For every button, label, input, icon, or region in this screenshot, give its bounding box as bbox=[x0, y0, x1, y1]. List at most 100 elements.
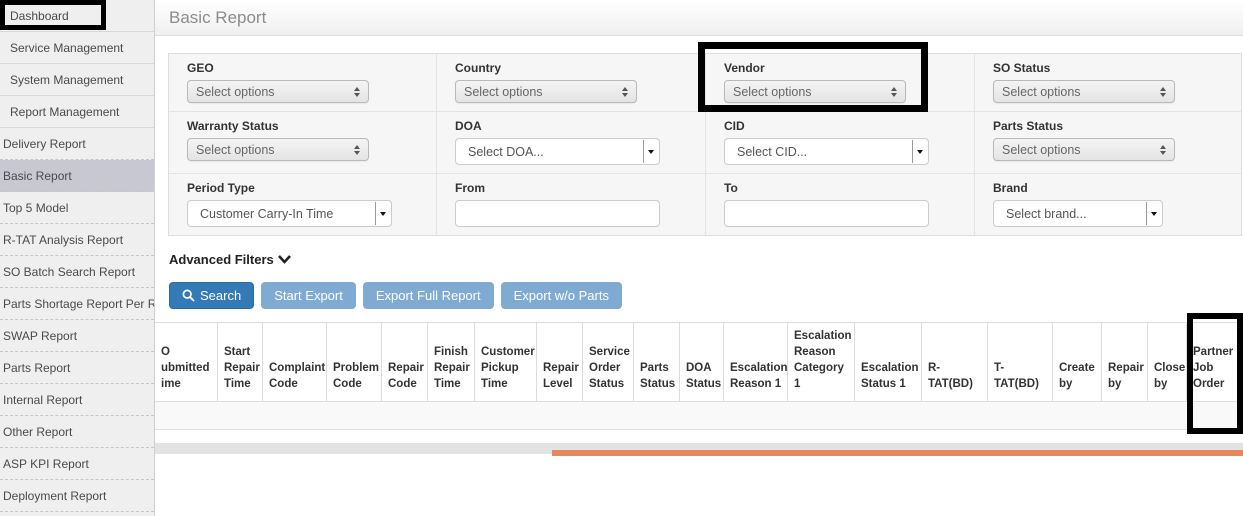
filter-from: From bbox=[437, 174, 706, 235]
warranty-status-select-value: Select options bbox=[196, 143, 275, 157]
parts-status-select-value: Select options bbox=[1002, 143, 1081, 157]
doa-select-value: Select DOA... bbox=[468, 145, 544, 159]
horizontal-scrollbar[interactable] bbox=[155, 443, 1243, 454]
sidebar-item-asp-kpi-report[interactable]: ASP KPI Report bbox=[0, 448, 154, 480]
column-header-repair-level[interactable]: Repair Level bbox=[537, 323, 583, 401]
export-wo-parts-button[interactable]: Export w/o Parts bbox=[501, 282, 622, 309]
page-title: Basic Report bbox=[155, 0, 1243, 36]
dropdown-arrow-icon bbox=[1146, 202, 1161, 225]
country-select[interactable]: Select options bbox=[455, 80, 637, 103]
sidebar-item-dashboard[interactable]: Dashboard bbox=[0, 0, 154, 32]
column-header-escalation-status-1[interactable]: Escalation Status 1 bbox=[855, 323, 922, 401]
column-header-doa-status[interactable]: DOA Status bbox=[680, 323, 724, 401]
dropdown-arrow-icon bbox=[912, 140, 927, 163]
vendor-label: Vendor bbox=[724, 61, 956, 75]
sidebar-item-report-management[interactable]: Report Management bbox=[0, 96, 154, 128]
parts-status-select[interactable]: Select options bbox=[993, 138, 1175, 161]
advanced-filters-label: Advanced Filters bbox=[169, 252, 274, 267]
search-button-label: Search bbox=[200, 288, 241, 303]
brand-select[interactable]: Select brand... bbox=[993, 200, 1163, 227]
sidebar-item-system-management[interactable]: System Management bbox=[0, 64, 154, 96]
cid-label: CID bbox=[724, 119, 956, 133]
column-header-parts-status[interactable]: Parts Status bbox=[634, 323, 680, 401]
start-export-button[interactable]: Start Export bbox=[261, 282, 356, 309]
sidebar-item-swap-report[interactable]: SWAP Report bbox=[0, 320, 154, 352]
filter-so-status: SO Status Select options bbox=[975, 54, 1241, 112]
sidebar-item-r-tat-analysis-report[interactable]: R-TAT Analysis Report bbox=[0, 224, 154, 256]
column-header-partner-job-order[interactable]: Partner Job Order bbox=[1187, 323, 1243, 401]
updown-arrows-icon bbox=[1160, 145, 1166, 155]
sidebar-item-so-batch-search-report[interactable]: SO Batch Search Report bbox=[0, 256, 154, 288]
dropdown-arrow-icon bbox=[643, 140, 658, 163]
vendor-select[interactable]: Select options bbox=[724, 80, 906, 103]
cid-select-value: Select CID... bbox=[737, 145, 807, 159]
parts-status-label: Parts Status bbox=[993, 119, 1223, 133]
sidebar-item-parts-shortage-report[interactable]: Parts Shortage Report Per Repa bbox=[0, 288, 154, 320]
column-header-so-submitted-time[interactable]: O ubmitted ime bbox=[155, 323, 218, 401]
column-header-service-order-status[interactable]: Service Order Status bbox=[583, 323, 634, 401]
to-input[interactable] bbox=[724, 200, 929, 227]
filter-cid: CID Select CID... bbox=[706, 112, 975, 174]
export-full-report-button[interactable]: Export Full Report bbox=[363, 282, 494, 309]
column-header-escalation-reason-1[interactable]: Escalation Reason 1 bbox=[724, 323, 788, 401]
sidebar-item-parts-report[interactable]: Parts Report bbox=[0, 352, 154, 384]
toolbar: Search Start Export Export Full Report E… bbox=[169, 282, 1243, 309]
updown-arrows-icon bbox=[1160, 87, 1166, 97]
column-header-escalation-reason-category-1[interactable]: Escalation Reason Category 1 bbox=[788, 323, 855, 401]
from-input[interactable] bbox=[455, 200, 660, 227]
table-empty-row bbox=[155, 402, 1243, 430]
filter-panel: GEO Select options Country Select option… bbox=[168, 53, 1242, 236]
filter-vendor: Vendor Select options bbox=[706, 54, 975, 112]
sidebar-item-internal-report[interactable]: Internal Report bbox=[0, 384, 154, 416]
sidebar-item-deployment-report[interactable]: Deployment Report bbox=[0, 480, 154, 512]
geo-label: GEO bbox=[187, 61, 418, 75]
filter-to: To bbox=[706, 174, 975, 235]
column-header-finish-repair-time[interactable]: Finish Repair Time bbox=[428, 323, 475, 401]
sidebar-item-delivery-report[interactable]: Delivery Report bbox=[0, 128, 154, 160]
sidebar-item-service-management[interactable]: Service Management bbox=[0, 32, 154, 64]
so-status-select-value: Select options bbox=[1002, 85, 1081, 99]
column-header-problem-code[interactable]: Problem Code bbox=[327, 323, 382, 401]
vendor-select-value: Select options bbox=[733, 85, 812, 99]
geo-select[interactable]: Select options bbox=[187, 80, 369, 103]
filter-period-type: Period Type Customer Carry-In Time bbox=[169, 174, 437, 235]
column-header-t-tat-bd[interactable]: T-TAT(BD) bbox=[988, 323, 1053, 401]
cid-select[interactable]: Select CID... bbox=[724, 138, 929, 165]
sidebar-item-top-5-model[interactable]: Top 5 Model bbox=[0, 192, 154, 224]
country-label: Country bbox=[455, 61, 687, 75]
search-icon bbox=[182, 289, 195, 302]
filter-doa: DOA Select DOA... bbox=[437, 112, 706, 174]
column-header-close-by[interactable]: Close by bbox=[1148, 323, 1187, 401]
updown-arrows-icon bbox=[622, 87, 628, 97]
so-status-select[interactable]: Select options bbox=[993, 80, 1175, 103]
filter-warranty-status: Warranty Status Select options bbox=[169, 112, 437, 174]
period-type-select[interactable]: Customer Carry-In Time bbox=[187, 200, 392, 227]
sidebar-item-basic-report[interactable]: Basic Report bbox=[0, 160, 154, 192]
filter-brand: Brand Select brand... bbox=[975, 174, 1241, 235]
search-button[interactable]: Search bbox=[169, 282, 254, 309]
filter-parts-status: Parts Status Select options bbox=[975, 112, 1241, 174]
column-header-create-by[interactable]: Create by bbox=[1053, 323, 1102, 401]
brand-label: Brand bbox=[993, 181, 1223, 195]
filter-geo: GEO Select options bbox=[169, 54, 437, 112]
warranty-status-select[interactable]: Select options bbox=[187, 138, 369, 161]
column-header-repair-by[interactable]: Repair by bbox=[1102, 323, 1148, 401]
column-header-repair-code[interactable]: Repair Code bbox=[382, 323, 428, 401]
sidebar-item-other-report[interactable]: Other Report bbox=[0, 416, 154, 448]
advanced-filters-toggle[interactable]: Advanced Filters bbox=[169, 252, 299, 267]
column-header-complaint-code[interactable]: Complaint Code bbox=[263, 323, 327, 401]
from-label: From bbox=[455, 181, 687, 195]
to-label: To bbox=[724, 181, 956, 195]
period-type-label: Period Type bbox=[187, 181, 418, 195]
updown-arrows-icon bbox=[354, 145, 360, 155]
sidebar: Dashboard Service Management System Mana… bbox=[0, 0, 155, 516]
scrollbar-orange-bar[interactable] bbox=[552, 450, 1243, 456]
dropdown-arrow-icon bbox=[375, 202, 390, 225]
column-header-r-tat-bd[interactable]: R-TAT(BD) bbox=[922, 323, 988, 401]
column-header-customer-pickup-time[interactable]: Customer Pickup Time bbox=[475, 323, 537, 401]
doa-label: DOA bbox=[455, 119, 687, 133]
so-status-label: SO Status bbox=[993, 61, 1223, 75]
column-header-start-repair-time[interactable]: Start Repair Time bbox=[218, 323, 263, 401]
app-window: Dashboard Service Management System Mana… bbox=[0, 0, 1243, 516]
doa-select[interactable]: Select DOA... bbox=[455, 138, 660, 165]
